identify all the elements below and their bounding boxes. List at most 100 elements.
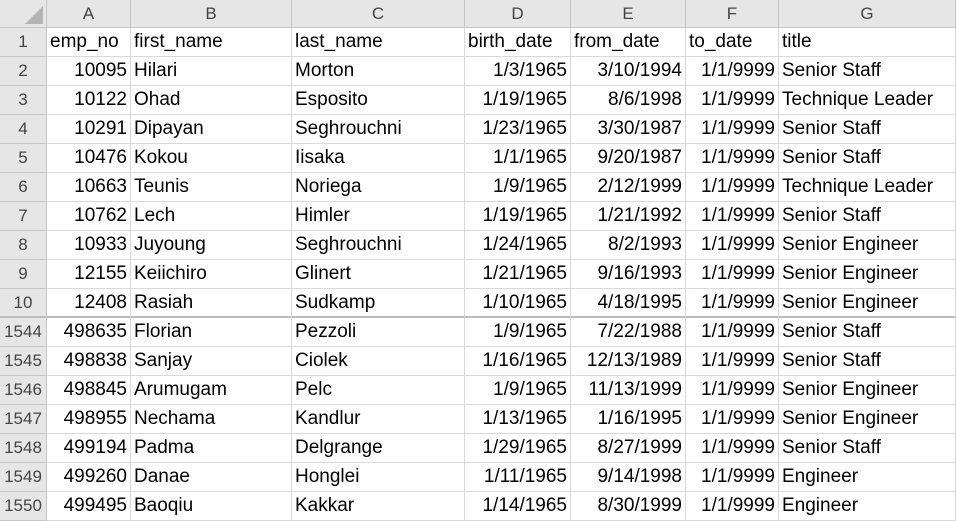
row-header[interactable]: 1550 <box>0 492 47 521</box>
row-header[interactable]: 9 <box>0 260 47 289</box>
cell-f[interactable]: 1/1/9999 <box>686 318 779 347</box>
cell-f[interactable]: 1/1/9999 <box>686 173 779 202</box>
cell-f[interactable]: 1/1/9999 <box>686 144 779 173</box>
cell-b[interactable]: Baoqiu <box>131 492 292 521</box>
cell-g[interactable]: Senior Staff <box>779 115 956 144</box>
cell-e[interactable]: 1/16/1995 <box>571 405 686 434</box>
column-header-f[interactable]: F <box>686 0 779 28</box>
column-header-a[interactable]: A <box>47 0 131 28</box>
cell-a[interactable]: 499495 <box>47 492 131 521</box>
cell-b[interactable]: Danae <box>131 463 292 492</box>
row-header[interactable]: 2 <box>0 57 47 86</box>
cell-b[interactable]: Kokou <box>131 144 292 173</box>
cell-g[interactable]: Senior Staff <box>779 57 956 86</box>
cell-c[interactable]: Seghrouchni <box>292 115 465 144</box>
cell-c[interactable]: last_name <box>292 28 465 57</box>
cell-b[interactable]: Florian <box>131 318 292 347</box>
cell-d[interactable]: 1/14/1965 <box>465 492 571 521</box>
cell-b[interactable]: Sanjay <box>131 347 292 376</box>
cell-b[interactable]: Ohad <box>131 86 292 115</box>
cell-f[interactable]: 1/1/9999 <box>686 202 779 231</box>
cell-f[interactable]: 1/1/9999 <box>686 57 779 86</box>
cell-d[interactable]: 1/9/1965 <box>465 376 571 405</box>
cell-g[interactable]: Senior Staff <box>779 144 956 173</box>
row-header[interactable]: 5 <box>0 144 47 173</box>
cell-c[interactable]: Himler <box>292 202 465 231</box>
cell-d[interactable]: 1/19/1965 <box>465 86 571 115</box>
cell-b[interactable]: Arumugam <box>131 376 292 405</box>
cell-a[interactable]: 10762 <box>47 202 131 231</box>
cell-a[interactable]: 498955 <box>47 405 131 434</box>
cell-e[interactable]: 9/16/1993 <box>571 260 686 289</box>
cell-b[interactable]: Padma <box>131 434 292 463</box>
cell-b[interactable]: Juyoung <box>131 231 292 260</box>
row-header[interactable]: 7 <box>0 202 47 231</box>
cell-c[interactable]: Seghrouchni <box>292 231 465 260</box>
row-header[interactable]: 8 <box>0 231 47 260</box>
row-header[interactable]: 1544 <box>0 318 47 347</box>
cell-f[interactable]: 1/1/9999 <box>686 463 779 492</box>
cell-a[interactable]: 498845 <box>47 376 131 405</box>
cell-f[interactable]: 1/1/9999 <box>686 376 779 405</box>
cell-b[interactable]: first_name <box>131 28 292 57</box>
cell-e[interactable]: 8/27/1999 <box>571 434 686 463</box>
cell-b[interactable]: Keiichiro <box>131 260 292 289</box>
cell-g[interactable]: Senior Engineer <box>779 376 956 405</box>
column-header-g[interactable]: G <box>779 0 956 28</box>
cell-d[interactable]: 1/24/1965 <box>465 231 571 260</box>
cell-g[interactable]: Senior Staff <box>779 202 956 231</box>
cell-f[interactable]: 1/1/9999 <box>686 405 779 434</box>
column-header-c[interactable]: C <box>292 0 465 28</box>
cell-g[interactable]: Engineer <box>779 492 956 521</box>
cell-e[interactable]: 3/10/1994 <box>571 57 686 86</box>
cell-e[interactable]: 3/30/1987 <box>571 115 686 144</box>
cell-d[interactable]: 1/16/1965 <box>465 347 571 376</box>
cell-f[interactable]: 1/1/9999 <box>686 434 779 463</box>
cell-d[interactable]: 1/23/1965 <box>465 115 571 144</box>
cell-d[interactable]: 1/10/1965 <box>465 289 571 318</box>
cell-c[interactable]: Honglei <box>292 463 465 492</box>
cell-e[interactable]: 8/6/1998 <box>571 86 686 115</box>
cell-b[interactable]: Hilari <box>131 57 292 86</box>
cell-b[interactable]: Dipayan <box>131 115 292 144</box>
cell-a[interactable]: 12408 <box>47 289 131 318</box>
cell-f[interactable]: 1/1/9999 <box>686 86 779 115</box>
cell-c[interactable]: Noriega <box>292 173 465 202</box>
cell-e[interactable]: 7/22/1988 <box>571 318 686 347</box>
cell-f[interactable]: 1/1/9999 <box>686 231 779 260</box>
cell-a[interactable]: 499194 <box>47 434 131 463</box>
cell-b[interactable]: Rasiah <box>131 289 292 318</box>
cell-d[interactable]: birth_date <box>465 28 571 57</box>
cell-d[interactable]: 1/21/1965 <box>465 260 571 289</box>
cell-g[interactable]: Technique Leader <box>779 86 956 115</box>
row-header[interactable]: 1 <box>0 28 47 57</box>
cell-a[interactable]: 498635 <box>47 318 131 347</box>
cell-e[interactable]: 8/2/1993 <box>571 231 686 260</box>
row-header[interactable]: 1549 <box>0 463 47 492</box>
cell-c[interactable]: Iisaka <box>292 144 465 173</box>
row-header[interactable]: 3 <box>0 86 47 115</box>
cell-e[interactable]: 2/12/1999 <box>571 173 686 202</box>
cell-g[interactable]: Engineer <box>779 463 956 492</box>
cell-c[interactable]: Pezzoli <box>292 318 465 347</box>
cell-d[interactable]: 1/13/1965 <box>465 405 571 434</box>
column-header-d[interactable]: D <box>465 0 571 28</box>
cell-d[interactable]: 1/3/1965 <box>465 57 571 86</box>
cell-a[interactable]: 10095 <box>47 57 131 86</box>
row-header[interactable]: 1547 <box>0 405 47 434</box>
cell-a[interactable]: 10291 <box>47 115 131 144</box>
cell-e[interactable]: 11/13/1999 <box>571 376 686 405</box>
row-header[interactable]: 1545 <box>0 347 47 376</box>
cell-f[interactable]: 1/1/9999 <box>686 115 779 144</box>
cell-d[interactable]: 1/29/1965 <box>465 434 571 463</box>
cell-c[interactable]: Pelc <box>292 376 465 405</box>
cell-c[interactable]: Kakkar <box>292 492 465 521</box>
cell-a[interactable]: 10122 <box>47 86 131 115</box>
cell-c[interactable]: Sudkamp <box>292 289 465 318</box>
cell-e[interactable]: 9/14/1998 <box>571 463 686 492</box>
cell-c[interactable]: Esposito <box>292 86 465 115</box>
cell-d[interactable]: 1/9/1965 <box>465 318 571 347</box>
cell-e[interactable]: 9/20/1987 <box>571 144 686 173</box>
cell-b[interactable]: Teunis <box>131 173 292 202</box>
column-header-e[interactable]: E <box>571 0 686 28</box>
